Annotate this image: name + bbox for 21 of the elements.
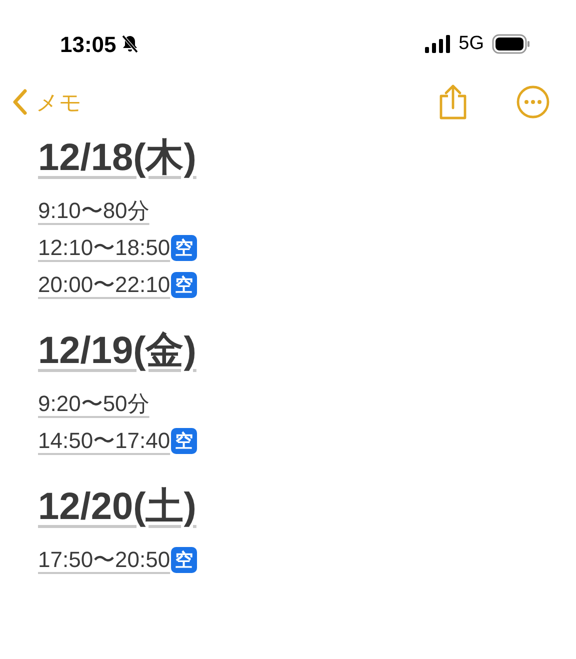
bell-muted-icon [120, 34, 140, 54]
chevron-left-icon [12, 88, 28, 116]
vacancy-badge: 空 [171, 234, 198, 260]
time-slot[interactable]: 12:10〜18:50 [38, 231, 170, 264]
date-heading[interactable]: 12/19(金) [38, 325, 196, 377]
time-slot[interactable]: 14:50〜17:40 [38, 424, 170, 457]
status-time: 13:05 [60, 30, 116, 58]
vacancy-badge: 空 [171, 428, 198, 454]
battery-icon [492, 34, 530, 54]
date-heading[interactable]: 12/18(木) [38, 132, 196, 184]
more-icon[interactable] [516, 85, 550, 119]
time-slot[interactable]: 20:00〜22:10 [38, 268, 170, 301]
signal-icon [424, 35, 451, 53]
time-slot[interactable]: 9:10〜80分 [38, 194, 150, 227]
vacancy-badge: 空 [171, 546, 198, 572]
time-slot[interactable]: 17:50〜20:50 [38, 543, 170, 576]
share-icon[interactable] [438, 84, 468, 120]
time-slot[interactable]: 9:20〜50分 [38, 387, 150, 420]
network-label: 5G [458, 32, 484, 56]
date-heading[interactable]: 12/20(土) [38, 481, 196, 533]
vacancy-badge: 空 [171, 272, 198, 298]
